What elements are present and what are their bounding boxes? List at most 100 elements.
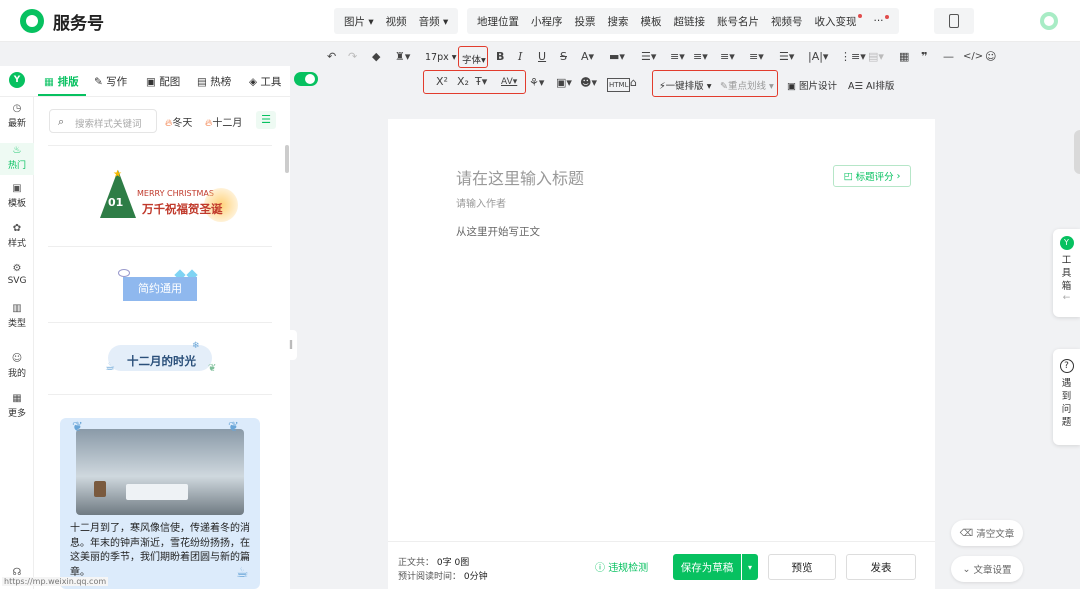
- divider-icon[interactable]: —: [943, 51, 954, 63]
- phone-preview-button[interactable]: [934, 8, 974, 34]
- tag-winter[interactable]: 🔥︎冬天: [165, 114, 192, 129]
- underline-icon[interactable]: U: [538, 51, 546, 63]
- nav-image[interactable]: 图片 ▾: [338, 14, 380, 29]
- phone-icon: [949, 14, 959, 28]
- tab-layout[interactable]: ▦ 排版: [44, 74, 79, 89]
- style-card-simple[interactable]: 简约通用: [48, 247, 272, 323]
- bullet-list-icon[interactable]: ⋮≡▾: [840, 51, 866, 63]
- tab-images[interactable]: ▣ 配图: [146, 74, 180, 89]
- help-button[interactable]: ? 遇到问题: [1053, 349, 1080, 445]
- highlight-line-button[interactable]: ✎重点划线 ▾: [720, 78, 774, 92]
- save-dropdown-arrow[interactable]: ▾: [742, 554, 758, 580]
- rail-item-mine[interactable]: ☺ 我的: [0, 353, 34, 379]
- style-card-christmas[interactable]: ★ 01 MERRY CHRISTMAS 万千祝福贺圣诞: [48, 146, 272, 247]
- tab-writing[interactable]: ✎ 写作: [94, 74, 127, 89]
- ai-layout-button[interactable]: A☰ AI排版: [848, 78, 894, 92]
- magic-wand-icon[interactable]: ⚘▾: [529, 77, 544, 89]
- rail-item-type[interactable]: ▥ 类型: [0, 303, 34, 329]
- font-size-select[interactable]: 17px ▾: [425, 52, 457, 63]
- letter-spacing-icon[interactable]: |A|▾: [808, 51, 828, 63]
- align-left-icon[interactable]: ≡▾: [670, 51, 685, 63]
- nav-more[interactable]: ···: [868, 15, 895, 27]
- emoji-icon[interactable]: ☺: [985, 51, 996, 63]
- save-draft-button[interactable]: 保存为草稿: [673, 554, 741, 580]
- eraser-icon[interactable]: ◆: [372, 51, 380, 63]
- tab-hot-list[interactable]: ▤ 热榜: [197, 74, 231, 89]
- editor-canvas[interactable]: 请在这里输入标题 请输入作者 从这里开始写正文 ◰ 标题评分 ›: [388, 119, 935, 589]
- status-url: https://mp.weixin.qq.com: [2, 577, 109, 586]
- rail-item-more[interactable]: ▦ 更多: [0, 393, 34, 419]
- compliance-check-button[interactable]: ⓘ 违规检测: [595, 559, 648, 574]
- title-score-button[interactable]: ◰ 标题评分 ›: [833, 165, 911, 187]
- code-icon[interactable]: </>: [963, 51, 983, 63]
- quote-icon[interactable]: ❞: [921, 51, 927, 63]
- plugin-logo-icon: Y: [9, 72, 25, 88]
- paragraph-spacing-icon[interactable]: ☰▾: [779, 51, 794, 63]
- nav-location[interactable]: 地理位置: [471, 14, 525, 29]
- format-painter-icon[interactable]: ♜▾: [395, 51, 410, 63]
- trash-icon: ⌫: [959, 527, 974, 539]
- style-card-december[interactable]: ☕︎ 十二月的时光 ❦ ❄: [48, 323, 272, 395]
- nav-miniprogram[interactable]: 小程序: [525, 14, 569, 29]
- right-edge-tab[interactable]: [1074, 130, 1080, 174]
- nav-audio[interactable]: 音频 ▾: [413, 14, 455, 29]
- rail-item-style[interactable]: ✿ 样式: [0, 223, 34, 249]
- body-input[interactable]: 从这里开始写正文: [456, 224, 540, 239]
- nav-channels[interactable]: 视频号: [765, 14, 809, 29]
- italic-icon[interactable]: I: [518, 51, 522, 63]
- briefcase-icon[interactable]: ⌂: [630, 77, 637, 89]
- clear-article-button[interactable]: ⌫ 清空文章: [951, 520, 1023, 546]
- align-justify-icon[interactable]: ☰▾: [641, 51, 656, 63]
- align-bottom-icon[interactable]: ≡▾: [720, 51, 735, 63]
- rail-item-svg[interactable]: ⚙ SVG: [0, 263, 34, 286]
- panel-collapse-handle[interactable]: ‖: [285, 330, 297, 360]
- nav-video[interactable]: 视频: [380, 14, 413, 29]
- article-settings-button[interactable]: ⌄ 文章设置: [951, 556, 1023, 582]
- panel-scrollbar[interactable]: [285, 145, 289, 173]
- status-ring-icon[interactable]: [1040, 12, 1058, 30]
- subscript-icon[interactable]: X₂: [457, 76, 469, 88]
- undo-icon[interactable]: ↶: [327, 51, 336, 63]
- table-icon[interactable]: ▦: [899, 51, 909, 63]
- toolbox-button[interactable]: Y 工具箱 ←: [1053, 229, 1080, 317]
- align-center-icon[interactable]: ≡▾: [693, 51, 708, 63]
- clock-icon: ◷: [12, 103, 22, 114]
- image-icon[interactable]: ▣▾: [556, 77, 572, 89]
- one-click-layout-button[interactable]: ⚡一键排版 ▾: [659, 78, 711, 92]
- bold-icon[interactable]: B: [496, 51, 504, 63]
- tag-december[interactable]: 🔥︎十二月: [205, 114, 242, 129]
- html-icon[interactable]: HTML: [607, 78, 631, 92]
- panel-toggle-switch[interactable]: [294, 72, 318, 86]
- nav-hyperlink[interactable]: 超链接: [668, 14, 712, 29]
- nav-account-card[interactable]: 账号名片: [711, 14, 765, 29]
- strike-through-style-icon[interactable]: Ŧ▾: [475, 76, 487, 88]
- indent-icon[interactable]: ▤▾: [868, 51, 884, 63]
- font-color-icon[interactable]: A▾: [581, 51, 594, 63]
- tab-tools[interactable]: ◈ 工具: [249, 74, 281, 89]
- book-image: [126, 484, 188, 500]
- smiley-icon[interactable]: ☻▾: [580, 77, 597, 89]
- nav-monetize[interactable]: 收入变现: [809, 13, 868, 29]
- nav-search[interactable]: 搜索: [602, 14, 635, 29]
- image-design-button[interactable]: ▣ 图片设计: [787, 78, 837, 92]
- nav-vote[interactable]: 投票: [569, 14, 602, 29]
- rail-item-latest[interactable]: ◷ 最新: [0, 103, 34, 129]
- top-bar: 服务号 图片 ▾ 视频 音频 ▾ 地理位置 小程序 投票 搜索 模板 超链接 账…: [0, 0, 1080, 42]
- redo-icon[interactable]: ↷: [348, 51, 357, 63]
- rail-item-template[interactable]: ▣ 模板: [0, 183, 34, 209]
- media-nav: 图片 ▾ 视频 音频 ▾: [334, 8, 459, 34]
- rail-item-hot[interactable]: ♨ 热门: [0, 143, 34, 175]
- spacing-icon[interactable]: AV▾: [501, 76, 517, 88]
- line-spacing-icon[interactable]: ≡▾: [749, 51, 764, 63]
- preview-button[interactable]: 预览: [768, 554, 836, 580]
- list-view-icon[interactable]: ☰: [256, 111, 276, 129]
- title-input[interactable]: 请在这里输入标题: [456, 165, 584, 189]
- background-color-icon[interactable]: ▬▾: [609, 51, 625, 63]
- author-input[interactable]: 请输入作者: [456, 195, 506, 210]
- strikethrough-icon[interactable]: S: [560, 51, 567, 63]
- superscript-icon[interactable]: X²: [436, 76, 448, 88]
- nav-template[interactable]: 模板: [635, 14, 668, 29]
- style-search-input[interactable]: ⌕ 搜索样式关键词: [49, 109, 157, 133]
- publish-button[interactable]: 发表: [846, 554, 916, 580]
- type-icon: ▥: [12, 303, 22, 314]
